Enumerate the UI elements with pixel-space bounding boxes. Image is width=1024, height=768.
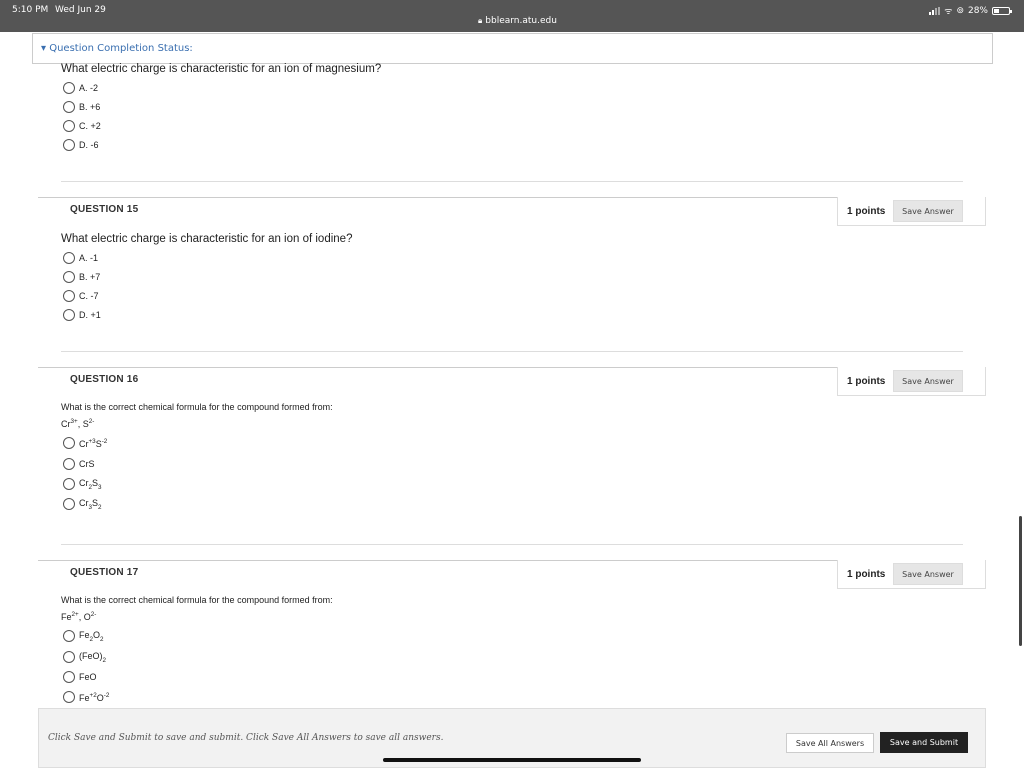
radio-button[interactable] (63, 691, 75, 703)
status-icons: ᯤ ⊚ 28% (929, 4, 1012, 17)
q14-option-d[interactable]: D. -6 (63, 139, 99, 151)
clock: 5:10 PM (12, 5, 49, 15)
save-answer-button[interactable]: Save Answer (893, 370, 963, 392)
question-17-text: What is the correct chemical formula for… (61, 595, 333, 605)
radio-button[interactable] (63, 630, 75, 643)
radio-button[interactable] (63, 290, 75, 302)
q15-option-b[interactable]: B. +7 (63, 271, 100, 283)
radio-button[interactable] (63, 498, 75, 511)
radio-button[interactable] (63, 437, 75, 449)
orientation-lock-icon: ⊚ (956, 5, 964, 16)
status-bar: 5:10 PM Wed Jun 29 🔒︎ bblearn.atu.edu ᯤ ⊚… (0, 0, 1024, 32)
question-16-title: QUESTION 16 (70, 374, 139, 385)
q17-option-d[interactable]: Fe+2O-2 (63, 691, 109, 703)
address-bar[interactable]: 🔒︎ bblearn.atu.edu (478, 16, 557, 26)
battery-percent: 28% (967, 5, 988, 16)
question-17-points-box: 1 points Save Answer (837, 560, 986, 589)
q17-option-a[interactable]: Fe2O2 (63, 630, 104, 643)
save-answer-button[interactable]: Save Answer (893, 563, 963, 585)
points-label: 1 points (847, 569, 886, 580)
url-text: bblearn.atu.edu (485, 16, 557, 26)
completion-status-label[interactable]: ▾ Question Completion Status: (41, 43, 193, 54)
question-17-title: QUESTION 17 (70, 567, 139, 578)
divider (61, 351, 963, 352)
radio-button[interactable] (63, 309, 75, 321)
points-label: 1 points (847, 376, 886, 387)
lock-icon: 🔒︎ (478, 16, 483, 25)
question-16-points-box: 1 points Save Answer (837, 367, 986, 396)
q17-option-c[interactable]: FeO (63, 671, 97, 683)
q15-option-d[interactable]: D. +1 (63, 309, 101, 321)
q17-option-b[interactable]: (FeO)2 (63, 651, 106, 664)
battery-icon (992, 6, 1012, 15)
q16-option-b[interactable]: CrS (63, 458, 95, 470)
points-label: 1 points (847, 206, 886, 217)
q15-option-a[interactable]: A. -1 (63, 252, 98, 264)
save-answer-button[interactable]: Save Answer (893, 200, 963, 222)
radio-button[interactable] (63, 139, 75, 151)
q15-option-c[interactable]: C. -7 (63, 290, 99, 302)
q14-option-b[interactable]: B. +6 (63, 101, 100, 113)
radio-button[interactable] (63, 82, 75, 94)
radio-button[interactable] (63, 651, 75, 664)
save-all-answers-button[interactable]: Save All Answers (786, 733, 874, 753)
submit-instructions: Click Save and Submit to save and submit… (48, 733, 444, 743)
radio-button[interactable] (63, 458, 75, 470)
radio-button[interactable] (63, 101, 75, 113)
radio-button[interactable] (63, 252, 75, 264)
question-16-ions: Cr3+, S2- (61, 418, 95, 429)
date: Wed Jun 29 (55, 5, 106, 15)
divider (61, 544, 963, 545)
question-17-ions: Fe2+, O2- (61, 611, 97, 622)
radio-button[interactable] (63, 271, 75, 283)
q16-option-d[interactable]: Cr3S2 (63, 498, 102, 511)
home-indicator[interactable] (383, 758, 641, 762)
divider (61, 181, 963, 182)
question-15-text: What electric charge is characteristic f… (61, 233, 353, 245)
radio-button[interactable] (63, 120, 75, 132)
question-16-text: What is the correct chemical formula for… (61, 402, 333, 412)
question-15-points-box: 1 points Save Answer (837, 197, 986, 226)
scrollbar[interactable] (1019, 516, 1022, 646)
q16-option-a[interactable]: Cr+3S-2 (63, 437, 107, 449)
save-and-submit-button[interactable]: Save and Submit (880, 732, 968, 753)
question-14-text: What electric charge is characteristic f… (61, 63, 382, 75)
wifi-icon: ᯤ (944, 7, 953, 17)
signal-icon (929, 6, 941, 15)
question-completion-status[interactable]: ▾ Question Completion Status: (32, 33, 993, 64)
q14-option-a[interactable]: A. -2 (63, 82, 98, 94)
q14-option-c[interactable]: C. +2 (63, 120, 101, 132)
radio-button[interactable] (63, 671, 75, 683)
radio-button[interactable] (63, 478, 75, 491)
question-15-title: QUESTION 15 (70, 204, 139, 215)
q16-option-c[interactable]: Cr2S3 (63, 478, 102, 491)
